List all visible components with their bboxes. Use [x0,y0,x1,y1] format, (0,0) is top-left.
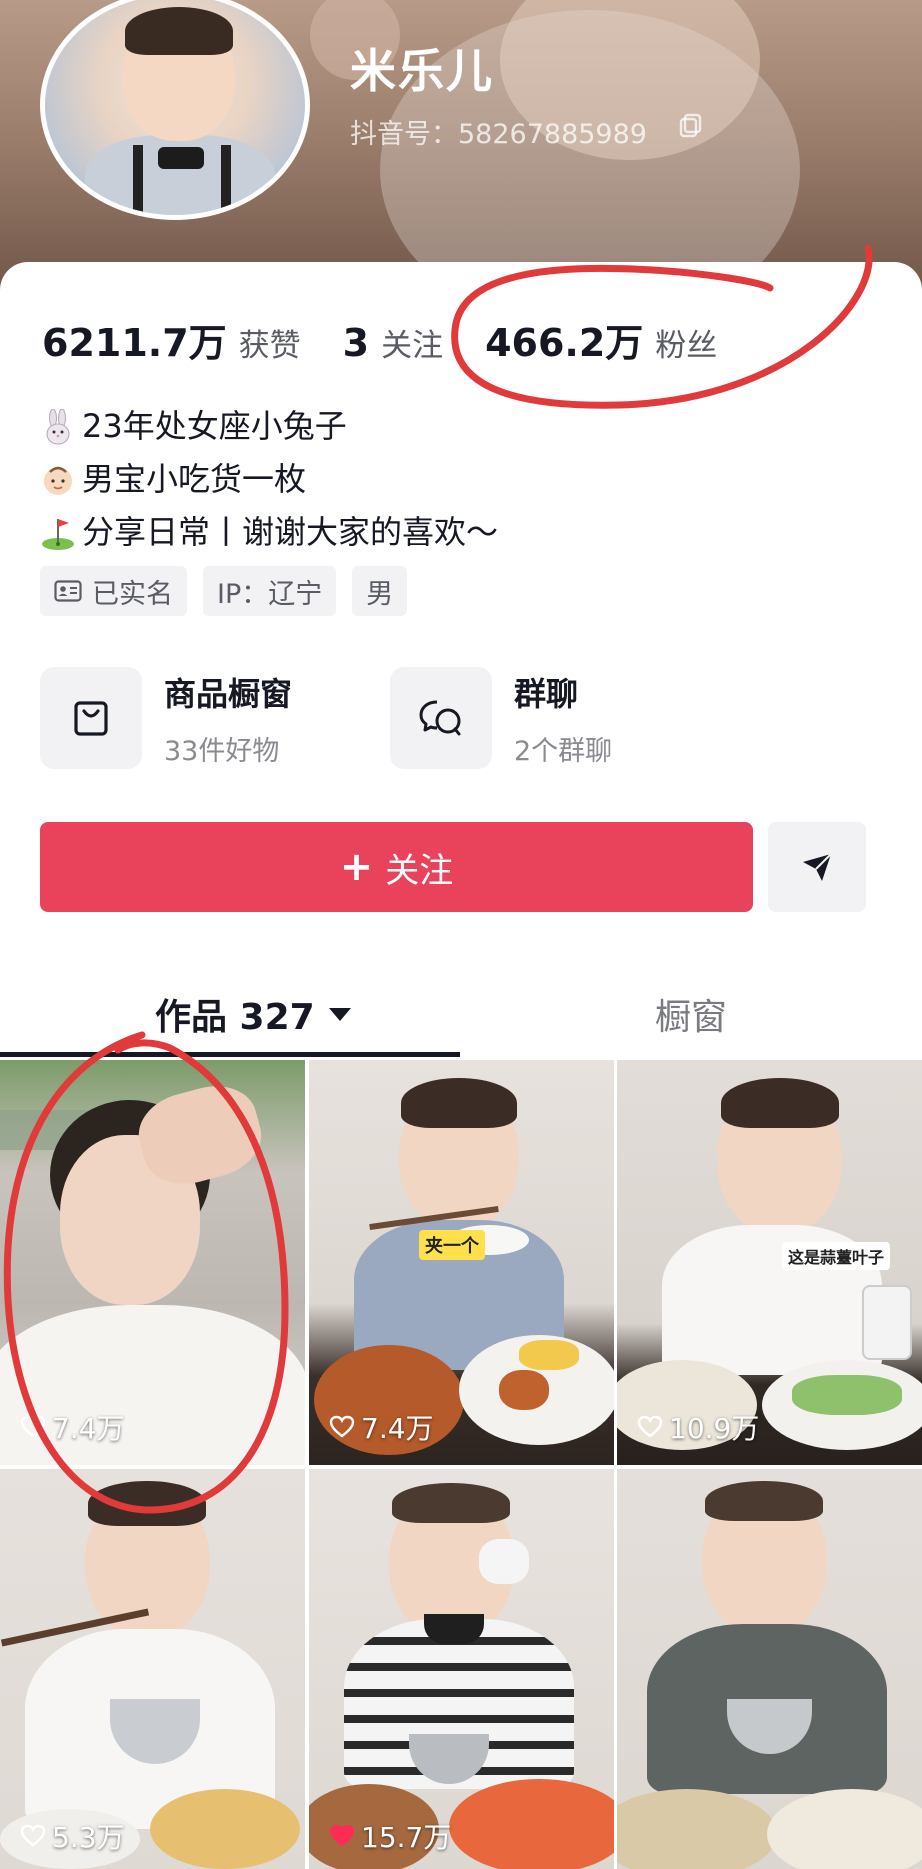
video-thumbnail[interactable]: 夹一个 7.4万 [309,1060,614,1465]
profile-tags: 已实名 IP：辽宁 男 [40,566,423,616]
heart-filled-icon [329,1824,355,1847]
stat-likes[interactable]: 6211.7万 获赞 [42,312,301,367]
stat-following-value: 3 [342,321,370,365]
tag-ip-text: IP：辽宁 [217,578,323,610]
stat-following[interactable]: 3 关注 [343,320,443,365]
feature-group-chat-subtitle: 2个群聊 [514,735,613,767]
feature-shop-window-subtitle: 33件好物 [164,735,280,767]
bio: 23年处女座小兔子 男宝小吃货一枚 分享日常丨谢谢大家的喜欢～ [40,400,498,559]
id-card-icon [54,580,82,602]
video-likes-count: 15.7万 [361,1821,452,1854]
tag-gender-text: 男 [366,578,394,610]
follow-button-label: 关注 [385,850,454,891]
share-button[interactable] [768,822,866,912]
video-thumbnail[interactable]: 15.7万 [309,1469,614,1869]
video-likes-count: 7.4万 [52,1412,125,1445]
stat-followers[interactable]: 466.2万 粉丝 [485,312,717,367]
follow-button[interactable]: + 关注 [40,822,753,912]
baby-emoji-icon [44,466,72,495]
plus-icon: + [339,844,374,890]
heart-outline-icon [329,1415,355,1438]
video-likes: 15.7万 [329,1816,451,1856]
tab-works[interactable]: 作品 327 [155,988,351,1040]
heart-outline-icon [637,1415,663,1438]
feature-entries: 商品橱窗 33件好物 群聊 2个群聊 [40,667,740,769]
tag-verified: 已实名 [40,566,187,616]
bio-line-text: 分享日常丨谢谢大家的喜欢～ [82,513,499,551]
video-caption: 这是蒜薹叶子 [782,1242,891,1270]
video-caption: 夹一个 [419,1230,485,1260]
video-thumbnail[interactable]: 7.4万 [0,1060,305,1465]
stat-followers-label: 粉丝 [655,328,718,364]
video-likes-count: 7.4万 [361,1412,434,1445]
bio-line: 23年处女座小兔子 [40,400,498,453]
video-likes: 7.4万 [329,1407,434,1447]
video-likes: 10.9万 [637,1407,759,1447]
stat-followers-value: 466.2万 [485,321,644,365]
nickname: 米乐儿 [350,44,494,98]
video-likes-count: 10.9万 [669,1412,760,1445]
content-tabs: 作品 327 橱窗 [0,970,922,1060]
avatar[interactable] [40,0,310,220]
tag-gender: 男 [352,566,408,616]
video-thumbnail[interactable] [617,1469,922,1869]
douyin-id: 抖音号：58267885989 [350,119,647,150]
copy-icon[interactable] [678,112,704,138]
video-likes: 5.3万 [20,1816,125,1856]
stats-row: 6211.7万 获赞 3 关注 466.2万 粉丝 [42,312,759,367]
tag-ip: IP：辽宁 [203,566,337,616]
feature-shop-window-title: 商品橱窗 [164,674,293,713]
active-tab-indicator [0,1052,460,1057]
stat-likes-label: 获赞 [238,328,301,364]
feature-shop-window[interactable]: 商品橱窗 33件好物 [40,667,390,769]
tab-works-label: 作品 327 [155,997,315,1038]
tag-verified-text: 已实名 [92,578,173,610]
feature-shop-window-tile [40,667,142,769]
bio-line-text: 男宝小吃货一枚 [82,460,307,498]
send-icon [803,853,832,881]
rabbit-emoji-icon [46,408,70,444]
tab-shop-window[interactable]: 橱窗 [655,988,727,1040]
feature-group-chat-tile [390,667,492,769]
video-thumbnail[interactable]: 5.3万 [0,1469,305,1869]
video-likes-count: 5.3万 [52,1821,125,1854]
bio-line-text: 23年处女座小兔子 [82,407,347,445]
shopping-bag-icon [74,701,108,736]
stat-likes-value: 6211.7万 [42,321,227,365]
caret-down-icon [328,1007,351,1021]
video-thumbnail[interactable]: 这是蒜薹叶子 10.9万 [617,1060,922,1465]
golf-flag-emoji-icon [42,518,74,550]
heart-outline-icon [20,1415,46,1438]
heart-outline-icon [20,1824,46,1847]
stat-following-label: 关注 [381,328,444,364]
feature-group-chat-title: 群聊 [514,674,579,713]
video-likes: 7.4万 [20,1407,125,1447]
bio-line: 分享日常丨谢谢大家的喜欢～ [40,506,498,559]
bio-line: 男宝小吃货一枚 [40,453,498,506]
feature-group-chat[interactable]: 群聊 2个群聊 [390,667,740,769]
group-chat-icon [419,700,461,736]
